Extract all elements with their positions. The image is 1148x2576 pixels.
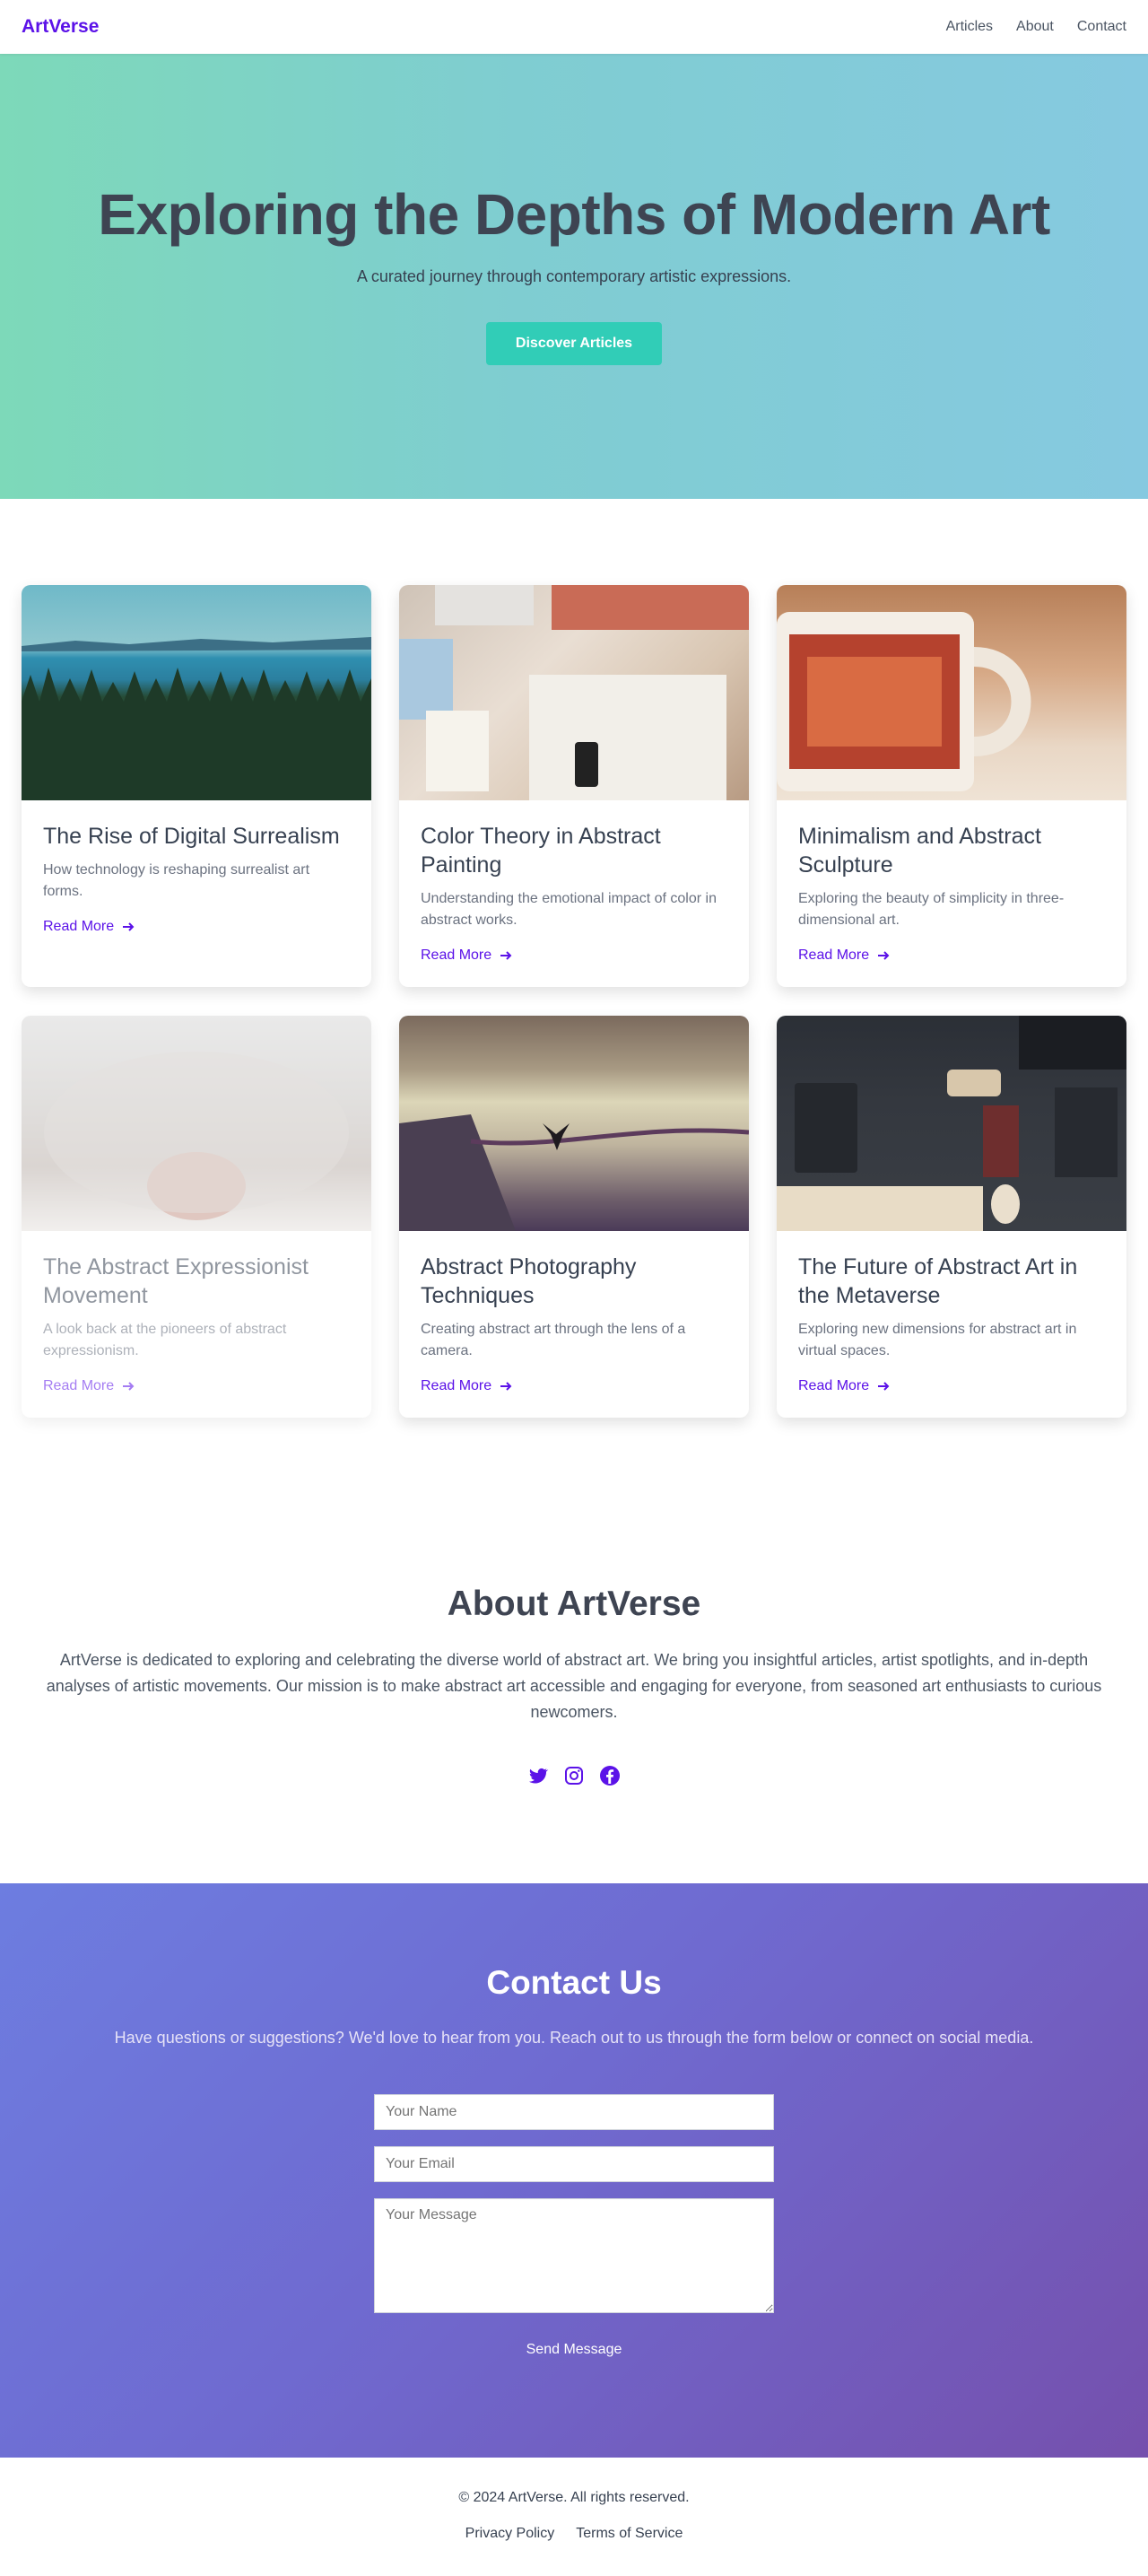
read-more-link[interactable]: Read More [798, 1378, 1105, 1394]
card-description: Exploring the beauty of simplicity in th… [798, 891, 1065, 928]
site-footer: © 2024 ArtVerse. All rights reserved. Pr… [0, 2458, 1148, 2574]
arrow-right-icon [500, 951, 512, 960]
card-title[interactable]: Minimalism and Abstract Sculpture [798, 822, 1105, 879]
send-message-button[interactable]: Send Message [526, 2342, 622, 2358]
card-description: Creating abstract art through the lens o… [421, 1322, 686, 1358]
message-field[interactable] [374, 2198, 774, 2313]
article-card[interactable]: The Abstract Expressionist Movement A lo… [22, 1016, 371, 1418]
nav-about[interactable]: About [1016, 19, 1054, 35]
email-field[interactable] [374, 2146, 774, 2182]
card-description: A look back at the pioneers of abstract … [43, 1322, 287, 1358]
privacy-policy-link[interactable]: Privacy Policy [465, 2526, 555, 2542]
card-description: Understanding the emotional impact of co… [421, 891, 717, 928]
tech-desk-illustration [777, 1016, 1126, 1231]
arrow-right-icon [878, 1382, 890, 1391]
read-more-link[interactable]: Read More [421, 1378, 727, 1394]
forest-lake-photo [22, 585, 371, 800]
card-title[interactable]: The Future of Abstract Art in the Metave… [798, 1253, 1105, 1310]
card-description: How technology is reshaping surrealist a… [43, 862, 310, 899]
about-text: ArtVerse is dedicated to exploring and c… [46, 1651, 1102, 1721]
article-card[interactable]: Minimalism and Abstract Sculpture Explor… [777, 585, 1126, 987]
desk-books-photo [399, 585, 749, 800]
site-header: ArtVerse Articles About Contact [0, 0, 1148, 54]
terms-of-service-link[interactable]: Terms of Service [576, 2526, 683, 2542]
desk-illustration [399, 585, 749, 800]
article-card[interactable]: The Future of Abstract Art in the Metave… [777, 1016, 1126, 1418]
read-more-link[interactable]: Read More [421, 947, 727, 964]
red-mug-photo [777, 585, 1126, 800]
card-title[interactable]: The Rise of Digital Surrealism [43, 822, 350, 851]
pier-bird-photo [399, 1016, 749, 1231]
contact-title: Contact Us [486, 1964, 662, 2001]
card-title[interactable]: Color Theory in Abstract Painting [421, 822, 727, 879]
read-more-link[interactable]: Read More [43, 1378, 350, 1394]
read-more-label: Read More [798, 1378, 870, 1393]
read-more-link[interactable]: Read More [798, 947, 1105, 964]
contact-form: Send Message [374, 2094, 774, 2358]
arrow-right-icon [123, 922, 135, 931]
copyright-text: © 2024 ArtVerse. All rights reserved. [458, 2490, 690, 2505]
footer-links: Privacy Policy Terms of Service [465, 2526, 683, 2542]
arrow-right-icon [878, 951, 890, 960]
hero-title: Exploring the Depths of Modern Art [98, 182, 1050, 247]
cat-illustration [44, 1052, 349, 1220]
card-title[interactable]: Abstract Photography Techniques [421, 1253, 727, 1310]
name-field[interactable] [374, 2094, 774, 2130]
read-more-label: Read More [798, 947, 870, 963]
hero-subtitle: A curated journey through contemporary a… [356, 267, 792, 285]
main-nav: Articles About Contact [946, 19, 1126, 35]
read-more-label: Read More [421, 947, 492, 963]
tech-desk-photo [777, 1016, 1126, 1231]
instagram-icon[interactable] [563, 1765, 585, 1786]
article-card[interactable]: The Rise of Digital Surrealism How techn… [22, 585, 371, 987]
twitter-icon[interactable] [527, 1765, 549, 1786]
discover-articles-button[interactable]: Discover Articles [486, 322, 662, 365]
articles-grid: The Rise of Digital Surrealism How techn… [0, 499, 1148, 1418]
social-links [36, 1765, 1112, 1786]
read-more-link[interactable]: Read More [43, 919, 350, 935]
read-more-label: Read More [43, 919, 115, 934]
contact-lead: Have questions or suggestions? We'd love… [114, 2029, 1034, 2047]
card-description: Exploring new dimensions for abstract ar… [798, 1322, 1077, 1358]
card-title[interactable]: The Abstract Expressionist Movement [43, 1253, 350, 1310]
about-section: About ArtVerse ArtVerse is dedicated to … [0, 1504, 1148, 1883]
mug-illustration [777, 612, 1031, 791]
read-more-label: Read More [421, 1378, 492, 1393]
nav-contact[interactable]: Contact [1077, 19, 1126, 35]
article-card[interactable]: Abstract Photography Techniques Creating… [399, 1016, 749, 1418]
contact-section: Contact Us Have questions or suggestions… [0, 1883, 1148, 2458]
about-title: About ArtVerse [447, 1585, 701, 1623]
forest-illustration [22, 637, 371, 800]
nav-articles[interactable]: Articles [946, 19, 993, 35]
hero-section: Exploring the Depths of Modern Art A cur… [0, 54, 1148, 499]
facebook-icon[interactable] [599, 1765, 621, 1786]
brand-logo[interactable]: ArtVerse [22, 16, 99, 38]
pier-illustration [399, 1114, 749, 1231]
article-card[interactable]: Color Theory in Abstract Painting Unders… [399, 585, 749, 987]
arrow-right-icon [123, 1382, 135, 1391]
cat-nose-photo [22, 1016, 371, 1231]
read-more-label: Read More [43, 1378, 115, 1393]
arrow-right-icon [500, 1382, 512, 1391]
